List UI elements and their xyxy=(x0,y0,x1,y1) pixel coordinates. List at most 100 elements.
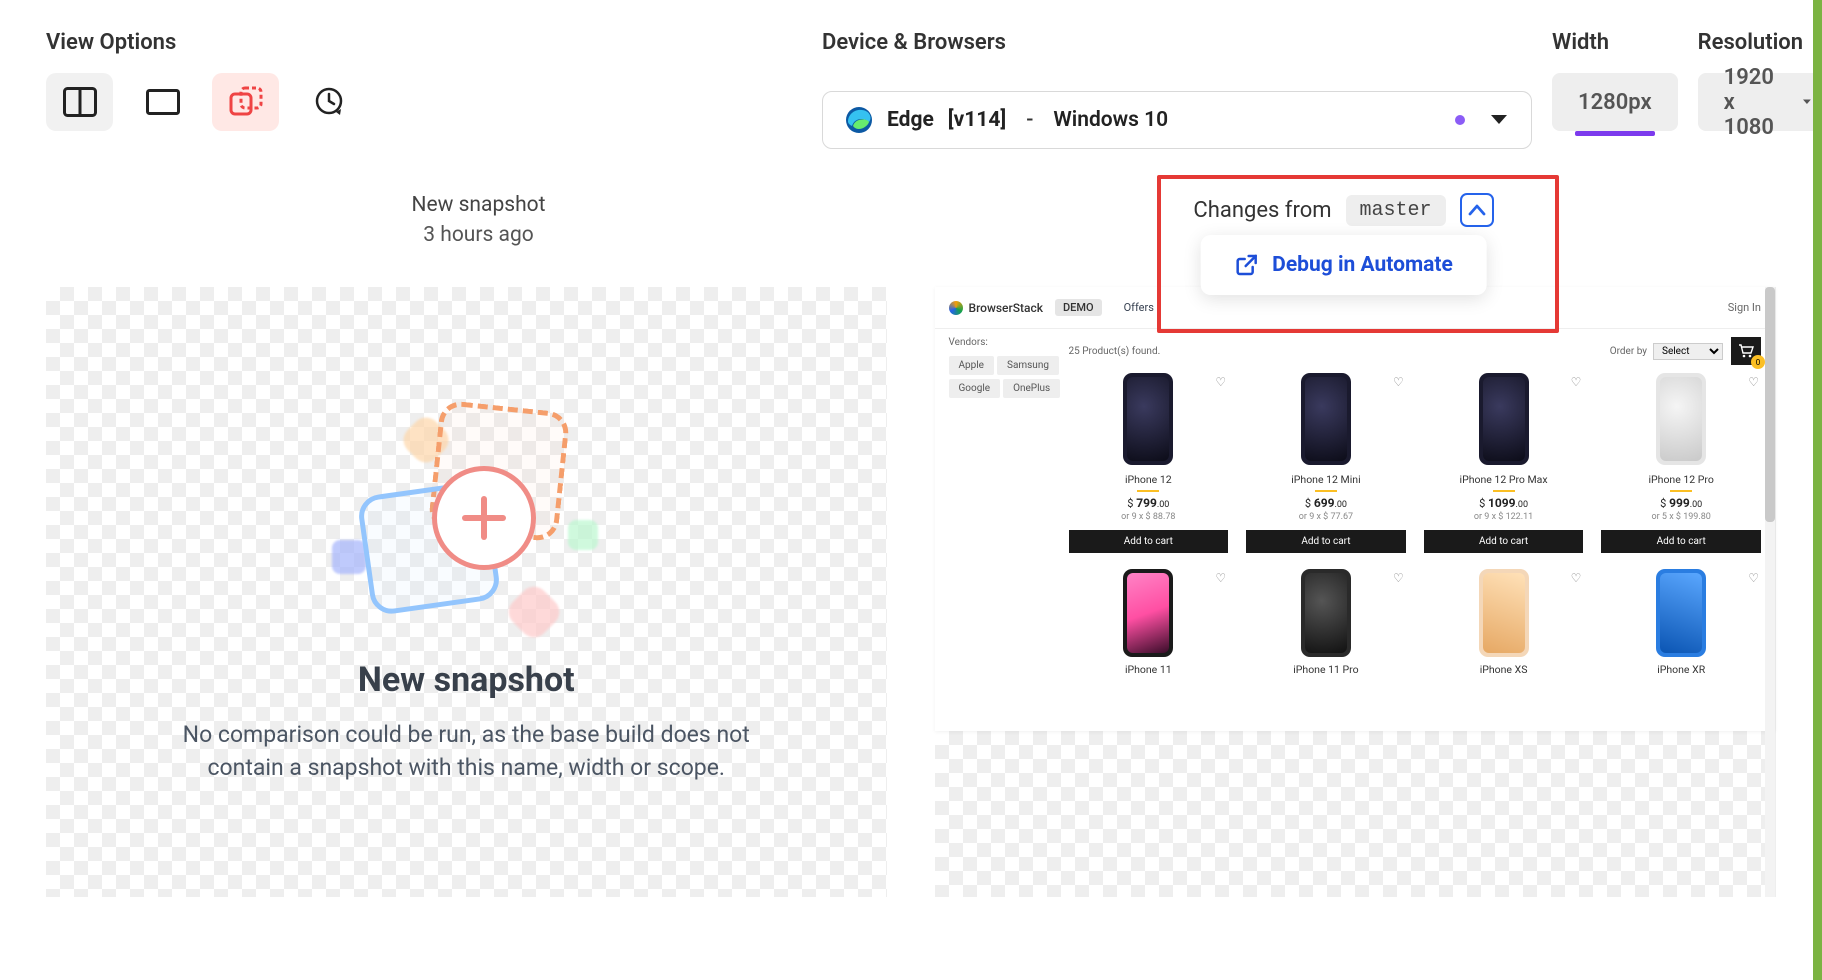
product-price: $ 799.00 xyxy=(1069,496,1229,510)
product-card: ♡ iPhone 11 Pro xyxy=(1246,569,1406,676)
view-split-button[interactable] xyxy=(46,73,113,131)
device-browser-select[interactable]: Edge [v114] - Windows 10 xyxy=(822,91,1532,149)
external-link-icon xyxy=(1234,253,1258,277)
site-brand-text: BrowserStack xyxy=(969,301,1043,315)
product-installment: or 9 x $ 88.78 xyxy=(1069,512,1229,522)
filter-tag[interactable]: Apple xyxy=(949,356,995,375)
product-name: iPhone XR xyxy=(1601,663,1761,676)
add-to-cart-button[interactable]: Add to cart xyxy=(1069,530,1229,553)
device-separator: - xyxy=(1026,108,1033,132)
orderby-select[interactable]: Select xyxy=(1653,343,1723,360)
cart-count-badge: 0 xyxy=(1751,355,1765,369)
left-panel-header: New snapshot 3 hours ago xyxy=(46,193,911,247)
favorite-icon[interactable]: ♡ xyxy=(1215,375,1226,389)
product-image xyxy=(1479,373,1529,465)
width-label: Width xyxy=(1552,30,1678,55)
product-image xyxy=(1301,373,1351,465)
product-card: ♡ iPhone XS xyxy=(1424,569,1584,676)
right-edge-accent xyxy=(1813,0,1822,980)
product-installment: or 9 x $ 122.11 xyxy=(1424,512,1584,522)
product-image xyxy=(1656,569,1706,657)
add-to-cart-button[interactable]: Add to cart xyxy=(1601,530,1761,553)
left-panel: New snapshot No comparison could be run,… xyxy=(46,287,887,897)
vendors-label: Vendors: xyxy=(949,337,1069,348)
product-card: ♡ iPhone 11 xyxy=(1069,569,1229,676)
view-options-label: View Options xyxy=(46,30,362,55)
cart-button[interactable]: 0 xyxy=(1731,337,1761,365)
resolution-label: Resolution xyxy=(1698,30,1822,55)
chevron-down-icon xyxy=(1802,95,1812,109)
rectangle-icon xyxy=(146,89,180,115)
product-image xyxy=(1301,569,1351,657)
nav-offers-link[interactable]: Offers xyxy=(1124,301,1154,314)
filter-tag[interactable]: OnePlus xyxy=(1003,379,1060,398)
add-to-cart-button[interactable]: Add to cart xyxy=(1424,530,1584,553)
chevron-down-icon xyxy=(1489,113,1509,127)
view-single-button[interactable] xyxy=(129,73,196,131)
filter-tag[interactable]: Google xyxy=(949,379,1001,398)
product-name: iPhone 12 xyxy=(1069,473,1229,486)
product-price: $ 699.00 xyxy=(1246,496,1406,510)
product-name: iPhone 11 xyxy=(1069,663,1229,676)
left-panel-text-line2: contain a snapshot with this name, width… xyxy=(207,754,725,781)
product-name: iPhone 12 Mini xyxy=(1246,473,1406,486)
collapse-button[interactable] xyxy=(1460,193,1494,227)
right-panel-checker-bg xyxy=(935,731,1776,897)
left-header-time: 3 hours ago xyxy=(46,223,911,247)
resolution-value: 1920 x 1080 xyxy=(1724,65,1784,140)
product-image xyxy=(1656,373,1706,465)
product-card: ♡ iPhone 12 $ 799.00 or 9 x $ 88.78 Add … xyxy=(1069,373,1229,553)
logo-icon xyxy=(949,301,963,315)
width-value: 1280px xyxy=(1578,90,1652,115)
view-history-button[interactable] xyxy=(295,73,362,131)
view-diff-button[interactable] xyxy=(212,73,279,131)
filters-sidebar: Vendors: AppleSamsung GoogleOnePlus xyxy=(949,337,1069,676)
changes-from-label: Changes from xyxy=(1193,198,1331,223)
history-icon xyxy=(313,86,345,118)
right-panel-scrollbar[interactable] xyxy=(1765,287,1775,897)
columns-icon xyxy=(63,87,97,117)
products-found-text: 25 Product(s) found. xyxy=(1069,346,1161,357)
product-image xyxy=(1479,569,1529,657)
comparison-panels: New snapshot No comparison could be run,… xyxy=(46,287,1776,897)
left-panel-text-line1: No comparison could be run, as the base … xyxy=(183,721,750,748)
left-panel-text: No comparison could be run, as the base … xyxy=(183,718,750,785)
scrollbar-thumb[interactable] xyxy=(1765,287,1775,522)
product-card: ♡ iPhone 12 Pro $ 999.00 or 5 x $ 199.80… xyxy=(1601,373,1761,553)
favorite-icon[interactable]: ♡ xyxy=(1215,571,1226,585)
add-to-cart-button[interactable]: Add to cart xyxy=(1246,530,1406,553)
product-name: iPhone 11 Pro xyxy=(1246,663,1406,676)
snapshot-preview: BrowserStack DEMO Offers Sign In Vendors… xyxy=(935,287,1776,731)
favorite-icon[interactable]: ♡ xyxy=(1748,571,1759,585)
left-header-title: New snapshot xyxy=(46,193,911,217)
product-name: iPhone 12 Pro xyxy=(1601,473,1761,486)
resolution-select[interactable]: 1920 x 1080 xyxy=(1698,73,1822,131)
cart-icon xyxy=(1738,344,1754,358)
top-toolbar: View Options xyxy=(46,30,1776,149)
product-name: iPhone XS xyxy=(1424,663,1584,676)
favorite-icon[interactable]: ♡ xyxy=(1748,375,1759,389)
filter-tag[interactable]: Samsung xyxy=(997,356,1059,375)
status-dot-icon xyxy=(1455,115,1465,125)
branch-badge[interactable]: master xyxy=(1346,195,1446,226)
product-image xyxy=(1123,373,1173,465)
new-snapshot-illustration xyxy=(336,400,596,630)
debug-in-automate-link[interactable]: Debug in Automate xyxy=(1272,253,1453,277)
chevron-up-icon xyxy=(1468,204,1486,216)
favorite-icon[interactable]: ♡ xyxy=(1571,571,1582,585)
product-installment: or 5 x $ 199.80 xyxy=(1601,512,1761,522)
debug-popup: Debug in Automate xyxy=(1200,235,1487,295)
plus-circle-icon xyxy=(432,466,536,570)
demo-badge: DEMO xyxy=(1055,299,1102,316)
favorite-icon[interactable]: ♡ xyxy=(1393,375,1404,389)
width-value-button[interactable]: 1280px xyxy=(1552,73,1678,131)
width-active-indicator xyxy=(1575,131,1655,136)
product-image xyxy=(1123,569,1173,657)
signin-link[interactable]: Sign In xyxy=(1728,301,1761,314)
orderby-label: Order by xyxy=(1610,346,1647,357)
favorite-icon[interactable]: ♡ xyxy=(1571,375,1582,389)
product-card: ♡ iPhone 12 Pro Max $ 1099.00 or 9 x $ 1… xyxy=(1424,373,1584,553)
os-name: Windows 10 xyxy=(1053,108,1168,132)
favorite-icon[interactable]: ♡ xyxy=(1393,571,1404,585)
product-price: $ 999.00 xyxy=(1601,496,1761,510)
